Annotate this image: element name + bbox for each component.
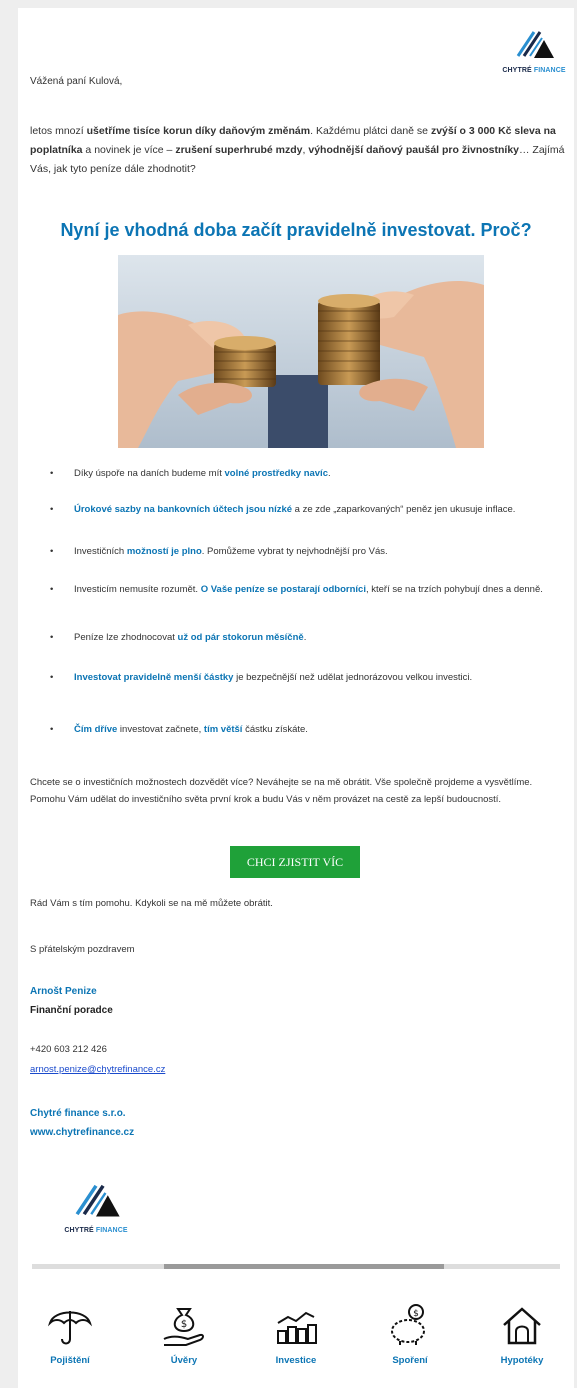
svg-text:$: $ xyxy=(181,1319,187,1330)
benefit-item: Úrokové sazby na bankovních účtech jsou … xyxy=(48,502,568,518)
brand-logo-footer-mark-icon xyxy=(75,1184,120,1217)
benefit-highlight: O Vaše peníze se postarají odborníci xyxy=(200,584,366,595)
product-nav: Pojištění $ Úvěry Investice $ Spoření Hy… xyxy=(18,1303,574,1388)
intro-bold-text: ušetříme tisíce korun díky daňovým změná… xyxy=(86,125,311,137)
signature-phone: +420 603 212 426 xyxy=(30,1044,107,1055)
benefit-highlight: Čím dříve xyxy=(74,724,118,735)
regards: S přátelským pozdravem xyxy=(30,944,135,955)
brand-logo-footer[interactable]: CHYTRÉ FINANCE xyxy=(56,1178,136,1234)
brand-logo-footer-text: CHYTRÉ FINANCE xyxy=(64,1227,128,1234)
intro-text: a novinek je více – xyxy=(82,144,176,156)
benefit-text: Investičních xyxy=(74,546,127,557)
nav-label: Investice xyxy=(275,1355,317,1366)
intro-bold-text: zrušení superhrubé mzdy xyxy=(175,144,303,156)
coin-stack-tall xyxy=(318,294,380,385)
help-line: Rád Vám s tím pomohu. Kdykoli se na mě m… xyxy=(30,898,273,909)
umbrella-icon xyxy=(47,1311,93,1345)
intro-paragraph: letos mnozí ušetříme tisíce korun díky d… xyxy=(30,122,570,179)
nav-item-sporeni[interactable]: $ Spoření xyxy=(362,1303,458,1366)
nav-item-uvery[interactable]: $ Úvěry xyxy=(136,1303,232,1366)
headline: Nyní je vhodná doba začít pravidelně inv… xyxy=(60,220,532,240)
hands-coins-photo xyxy=(118,255,484,448)
company-website-link[interactable]: www.chytrefinance.cz xyxy=(30,1123,134,1142)
benefit-item: Investovat pravidelně menší částky je be… xyxy=(48,670,568,686)
benefit-text: . Pomůžeme vybrat ty nejvhodnější pro Vá… xyxy=(201,546,388,557)
coins-chart-icon xyxy=(277,1311,317,1344)
scrollbar-thumb[interactable] xyxy=(164,1264,444,1269)
nav-label: Spoření xyxy=(392,1355,428,1366)
greeting: Vážená paní Kulová, xyxy=(30,76,123,87)
nav-label: Úvěry xyxy=(170,1355,198,1366)
svg-text:$: $ xyxy=(413,1309,419,1319)
benefit-text: . xyxy=(303,632,307,643)
benefit-highlight: volné prostředky navíc xyxy=(224,468,328,479)
benefit-text: , kteří se na trzích pohybují dnes a den… xyxy=(365,584,543,595)
nav-item-pojisteni[interactable]: Pojištění xyxy=(22,1303,118,1366)
nav-item-hypoteky[interactable]: Hypotéky xyxy=(474,1303,570,1366)
company-name: Chytré finance s.r.o. xyxy=(30,1108,126,1119)
brand-logo[interactable]: CHYTRÉ FINANCE xyxy=(502,26,566,74)
contact-paragraph: Chcete se o investičních možnostech dozv… xyxy=(30,777,533,805)
benefit-item: Čím dříve investovat začnete, tím větší … xyxy=(48,722,568,738)
benefit-item: Peníze lze zhodnocovat už od pár stokoru… xyxy=(48,630,568,646)
money-bag-hand-icon: $ xyxy=(163,1308,204,1346)
horizontal-scrollbar[interactable] xyxy=(32,1264,560,1269)
benefit-text: . xyxy=(327,468,331,479)
benefit-item: Investičních možností je plno. Pomůžeme … xyxy=(48,544,568,560)
benefit-highlight: už od pár stokorun měsíčně xyxy=(177,632,304,643)
nav-label: Hypotéky xyxy=(500,1355,544,1366)
intro-text: letos mnozí xyxy=(30,125,87,137)
cta-learn-more-button[interactable]: CHCI ZJISTIT VÍC xyxy=(230,846,360,878)
house-icon xyxy=(503,1307,541,1345)
benefit-highlight: Investovat pravidelně menší částky xyxy=(74,672,234,683)
intro-text: . Každému plátci daně se xyxy=(310,125,431,137)
signature-role: Finanční poradce xyxy=(30,1005,113,1016)
signature-company: Chytré finance s.r.o. www.chytrefinance.… xyxy=(30,1104,134,1142)
coin-stack-small xyxy=(214,336,276,387)
nav-item-investice[interactable]: Investice xyxy=(248,1303,344,1366)
benefit-text: je bezpečnější než udělat jednorázovou v… xyxy=(233,672,473,683)
benefit-text: investovat začnete, xyxy=(117,724,204,735)
benefit-highlight: tím větší xyxy=(203,724,243,735)
benefit-highlight: možností je plno xyxy=(126,546,202,557)
email-body: CHYTRÉ FINANCE Vážená paní Kulová, letos… xyxy=(18,8,574,1388)
brand-logo-mark-icon xyxy=(516,31,554,58)
benefit-text: Peníze lze zhodnocovat xyxy=(74,632,178,643)
intro-bold-text: výhodnější daňový paušál pro živnostníky xyxy=(308,144,520,156)
signature-email-link[interactable]: arnost.penize@chytrefinance.cz xyxy=(30,1064,165,1075)
benefit-item: Díky úspoře na daních budeme mít volné p… xyxy=(48,466,568,482)
benefit-text: Díky úspoře na daních budeme mít xyxy=(74,468,225,479)
benefit-text: částku získáte. xyxy=(242,724,308,735)
brand-logo-text: CHYTRÉ FINANCE xyxy=(502,67,566,74)
benefit-highlight: Úrokové sazby na bankovních účtech jsou … xyxy=(74,504,293,515)
nav-label: Pojištění xyxy=(50,1355,90,1366)
benefit-text: a ze zde „zaparkovaných“ peněz jen ukusu… xyxy=(292,504,516,515)
signature-name: Arnošt Penize xyxy=(30,986,97,997)
piggy-bank-icon: $ xyxy=(391,1304,425,1345)
benefit-item: Investicím nemusíte rozumět. O Vaše pení… xyxy=(48,582,568,598)
benefit-text: Investicím nemusíte rozumět. xyxy=(74,584,201,595)
